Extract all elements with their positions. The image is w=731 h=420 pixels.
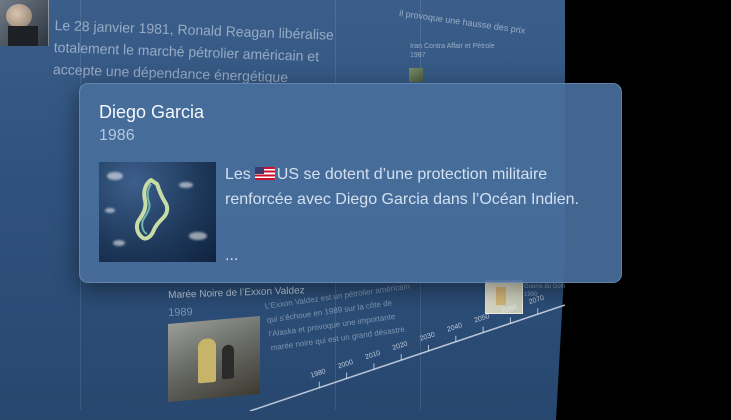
timeline-tick-label: 2000	[337, 359, 354, 371]
timeline-tick-label: 2010	[364, 350, 381, 362]
timeline-tick-label: 2040	[446, 322, 463, 334]
cloud	[107, 172, 123, 180]
atoll-rim	[134, 178, 170, 241]
timeline-tick-label: 2030	[419, 331, 436, 343]
cloud	[105, 208, 115, 213]
popup-more-ellipsis[interactable]: ...	[225, 247, 238, 265]
popup-title: Diego Garcia	[99, 102, 205, 122]
popup-description-pre: Les	[225, 166, 251, 183]
cloud	[179, 182, 193, 188]
timeline-tick-label: 2020	[392, 341, 409, 353]
timeline-tick-label: 1980	[310, 368, 327, 380]
timeline-tick-label: 2060	[501, 304, 518, 316]
event-popup[interactable]: Diego Garcia 1986 Les US se dotent d’une …	[79, 83, 622, 283]
timeline-tick-label: 2050	[474, 313, 491, 325]
popup-year: 1986	[99, 127, 135, 144]
popup-description-post: US se dotent d’une protection militaire …	[225, 166, 579, 208]
timeline-ticks: 1980 2000 2010 2020 2030 2040 2050 2060 2070	[310, 295, 545, 388]
cloud	[113, 240, 125, 246]
timeline-tick-label: 2070	[528, 295, 545, 307]
diego-garcia-satellite-image[interactable]	[99, 162, 216, 262]
popup-description: Les US se dotent d’une protection militai…	[225, 162, 605, 212]
us-flag-icon	[254, 167, 275, 180]
cloud	[189, 232, 207, 240]
timeline-axis-line	[249, 304, 566, 411]
